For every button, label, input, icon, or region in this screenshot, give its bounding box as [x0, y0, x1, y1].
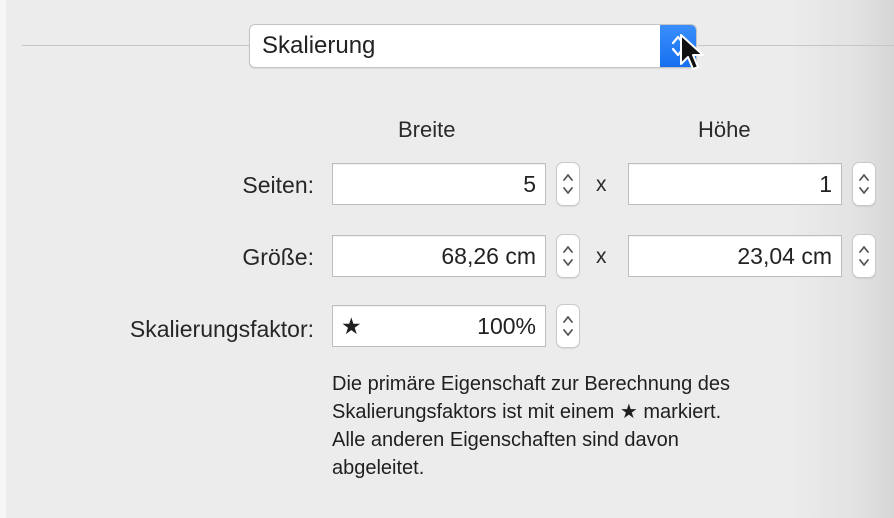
pages-width-field[interactable]: 5: [332, 163, 546, 205]
note-line-3: Alle anderen Eigenschaften sind davon: [332, 429, 679, 451]
stepper-arrows-icon: [859, 174, 869, 194]
stepper-arrows-icon: [563, 174, 573, 194]
size-height-stepper[interactable]: [852, 234, 876, 278]
primary-star-icon: ★: [341, 313, 362, 339]
scaling-popup-button[interactable]: Skalierung: [249, 24, 697, 68]
size-width-stepper[interactable]: [556, 234, 580, 278]
mouse-pointer-icon: [680, 34, 704, 70]
stepper-arrows-icon: [563, 246, 573, 266]
panel-edge: [0, 0, 6, 518]
note-line-2-end: markiert.: [643, 401, 722, 423]
stepper-arrows-icon: [563, 316, 573, 336]
note-line-2-start: Skalierungsfaktors ist mit einem: [332, 401, 615, 423]
note-line-1: Die primäre Eigenschaft zur Berechnung d…: [332, 373, 730, 395]
pages-label: Seiten:: [242, 172, 314, 198]
separator-right: [698, 45, 894, 46]
size-width-field[interactable]: 68,26 cm: [332, 235, 546, 277]
scale-factor-field[interactable]: ★ 100%: [332, 305, 546, 347]
scale-factor-label: Skalierungsfaktor:: [129, 316, 314, 342]
separator-left: [22, 45, 250, 46]
note-line-4: abgeleitet.: [332, 457, 425, 479]
stepper-arrows-icon: [859, 246, 869, 266]
pages-times-sign: x: [596, 173, 607, 196]
size-times-sign: x: [596, 245, 607, 268]
note-star-icon: ★: [619, 401, 638, 423]
scale-factor-value: 100%: [477, 312, 536, 339]
size-height-field[interactable]: 23,04 cm: [628, 235, 842, 277]
column-header-width: Breite: [398, 117, 456, 142]
pages-height-stepper[interactable]: [852, 162, 876, 206]
popup-label: Skalierung: [262, 32, 376, 59]
column-header-height: Höhe: [698, 117, 751, 142]
size-label: Größe:: [242, 244, 314, 270]
pages-width-stepper[interactable]: [556, 162, 580, 206]
scale-explanation-note: Die primäre Eigenschaft zur Berechnung d…: [332, 370, 872, 482]
scale-factor-stepper[interactable]: [556, 304, 580, 348]
note-line-2: Skalierungsfaktors ist mit einem ★ marki…: [332, 398, 872, 426]
pages-height-field[interactable]: 1: [628, 163, 842, 205]
